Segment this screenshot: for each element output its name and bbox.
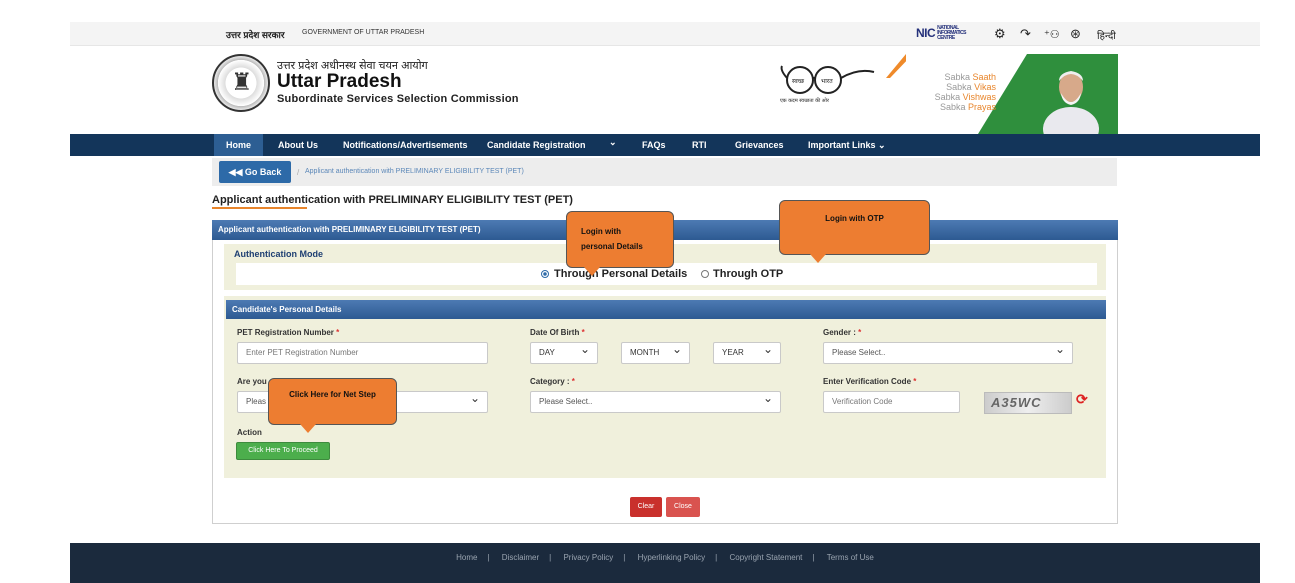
footer-separator: |	[487, 553, 490, 562]
radio-personal-details[interactable]	[541, 270, 549, 278]
category-label: Category : *	[530, 377, 575, 386]
callout-login-personal-details: Login with personal Details	[566, 211, 674, 268]
nav-about-us[interactable]: About Us	[278, 134, 318, 156]
org-title: Uttar Pradesh	[277, 71, 402, 92]
proceed-button[interactable]: Click Here To Proceed	[236, 442, 330, 460]
footer-separator: |	[549, 553, 552, 562]
radio-otp[interactable]	[701, 270, 709, 278]
callout-personal-line2: personal Details	[581, 242, 643, 251]
option-personal-details-label[interactable]: Through Personal Details	[554, 268, 687, 280]
gender-label: Gender : *	[823, 328, 862, 337]
footer-separator: |	[715, 553, 718, 562]
gov-english-label: GOVERNMENT OF UTTAR PRADESH	[302, 29, 425, 36]
action-label: Action	[237, 428, 262, 437]
captcha-image: A35WC	[984, 392, 1072, 414]
footer-link-disclaimer[interactable]: Disclaimer	[502, 553, 539, 562]
callout-login-otp: Login with OTP	[779, 200, 930, 255]
pet-registration-input[interactable]: Enter PET Registration Number	[237, 342, 488, 364]
banner-line-4: Sabka Prayas	[939, 102, 996, 112]
refresh-captcha-icon[interactable]: ⟳	[1076, 391, 1088, 408]
glasses-left-text: स्वच्छ	[792, 78, 805, 85]
accessibility-icon[interactable]: ⊛	[1070, 26, 1081, 42]
nav-important-links[interactable]: Important Links ⌄	[808, 134, 886, 156]
main-navigation: Home About Us Notifications/Advertisemen…	[70, 134, 1260, 156]
dob-month-select[interactable]: MONTH	[621, 339, 690, 364]
footer-separator: |	[623, 553, 626, 562]
banner-slogan: Sabka Saath Sabka Vikas Sabka Vishwas Sa…	[906, 72, 996, 112]
banner-line-2: Sabka Vikas	[946, 82, 996, 92]
title-underline	[212, 207, 307, 209]
option-otp-label[interactable]: Through OTP	[713, 268, 783, 280]
org-subtitle: Subordinate Services Selection Commissio…	[277, 93, 519, 105]
nav-home[interactable]: Home	[214, 134, 264, 156]
footer-link-hyperlinking-policy[interactable]: Hyperlinking Policy	[638, 553, 706, 562]
footer-link-home[interactable]: Home	[456, 553, 477, 562]
gender-select[interactable]: Please Select..	[823, 339, 1073, 364]
breadcrumb-current: Applicant authentication with PRELIMINAR…	[305, 168, 524, 175]
glasses-right-text: भारत	[821, 78, 833, 85]
callout-next-step: Click Here for Net Step	[268, 378, 397, 425]
audio-icon[interactable]: ↷	[1020, 26, 1031, 42]
domicile-question-label: Are you	[237, 377, 267, 386]
callout-tail-otp	[810, 254, 826, 263]
footer-link-privacy-policy[interactable]: Privacy Policy	[563, 553, 613, 562]
nav-grievances[interactable]: Grievances	[735, 134, 784, 156]
clear-button[interactable]: Clear	[630, 497, 662, 517]
nic-logo-subtext: NATIONAL INFORMATICS CENTRE	[937, 25, 967, 42]
glasses-caption: एक कदम स्वच्छता की ओर	[780, 97, 830, 104]
date-of-birth-label: Date Of Birth *	[530, 328, 585, 337]
nav-notifications[interactable]: Notifications/Advertisements	[343, 134, 468, 156]
banner-line-1: Sabka Saath	[944, 72, 996, 82]
nav-faqs[interactable]: FAQs	[642, 134, 666, 156]
nic-logo[interactable]: NIC NATIONAL INFORMATICS CENTRE	[916, 26, 967, 41]
panel-title: Applicant authentication with PRELIMINAR…	[218, 225, 481, 234]
banner-line-3: Sabka Vishwas	[934, 92, 996, 102]
footer-link-copyright-statement[interactable]: Copyright Statement	[729, 553, 802, 562]
banner-orange-stripe	[886, 54, 906, 78]
footer-separator: |	[812, 553, 815, 562]
personal-details-title: Candidate's Personal Details	[232, 305, 342, 314]
callout-personal-line1: Login with	[581, 227, 621, 236]
top-utility-bar: उत्तर प्रदेश सरकार GOVERNMENT OF UTTAR P…	[70, 22, 1260, 46]
verification-code-label: Enter Verification Code *	[823, 377, 917, 386]
footer: Home | Disclaimer | Privacy Policy | Hyperl…	[70, 543, 1260, 583]
gov-hindi-label: उत्तर प्रदेश सरकार	[226, 30, 285, 40]
category-select[interactable]: Please Select..	[530, 388, 781, 413]
swachh-bharat-glasses-logo: स्वच्छ भारत एक कदम स्वच्छता की ओर	[780, 65, 875, 104]
dob-year-select[interactable]: YEAR	[713, 339, 781, 364]
personal-details-header: Candidate's Personal Details	[226, 300, 1106, 319]
close-button[interactable]: Close	[666, 497, 700, 517]
nav-candidate-registration-dropdown-icon[interactable]: ⌄	[609, 131, 617, 153]
gear-icon[interactable]: ⚙	[994, 26, 1006, 42]
footer-link-terms-of-use[interactable]: Terms of Use	[827, 553, 874, 562]
nav-rti[interactable]: RTI	[692, 134, 707, 156]
authentication-mode-label: Authentication Mode	[234, 249, 323, 259]
breadcrumb-separator: /	[297, 168, 300, 177]
verification-code-input[interactable]: Verification Code	[823, 391, 960, 413]
page-title: Applicant authentication with PRELIMINAR…	[212, 194, 573, 206]
pet-registration-label: PET Registration Number *	[237, 328, 340, 337]
callout-tail-next	[300, 424, 316, 433]
page: उत्तर प्रदेश सरकार GOVERNMENT OF UTTAR P…	[0, 0, 1295, 583]
go-back-button[interactable]: ◀◀ Go Back	[219, 161, 291, 183]
dob-day-select[interactable]: DAY	[530, 339, 598, 364]
nic-logo-text: NIC	[916, 26, 936, 40]
sitemap-icon[interactable]: ⁺⚇	[1044, 28, 1060, 41]
sabka-saath-banner: Sabka Saath Sabka Vikas Sabka Vishwas Sa…	[886, 54, 1118, 134]
leader-portrait-image	[1043, 71, 1099, 134]
language-toggle[interactable]: हिन्दी	[1097, 28, 1116, 42]
uttar-pradesh-emblem-logo[interactable]	[212, 54, 270, 112]
nav-candidate-registration[interactable]: Candidate Registration	[487, 134, 586, 156]
footer-links: Home | Disclaimer | Privacy Policy | Hyperl…	[70, 553, 1260, 562]
callout-tail-personal	[584, 267, 600, 276]
